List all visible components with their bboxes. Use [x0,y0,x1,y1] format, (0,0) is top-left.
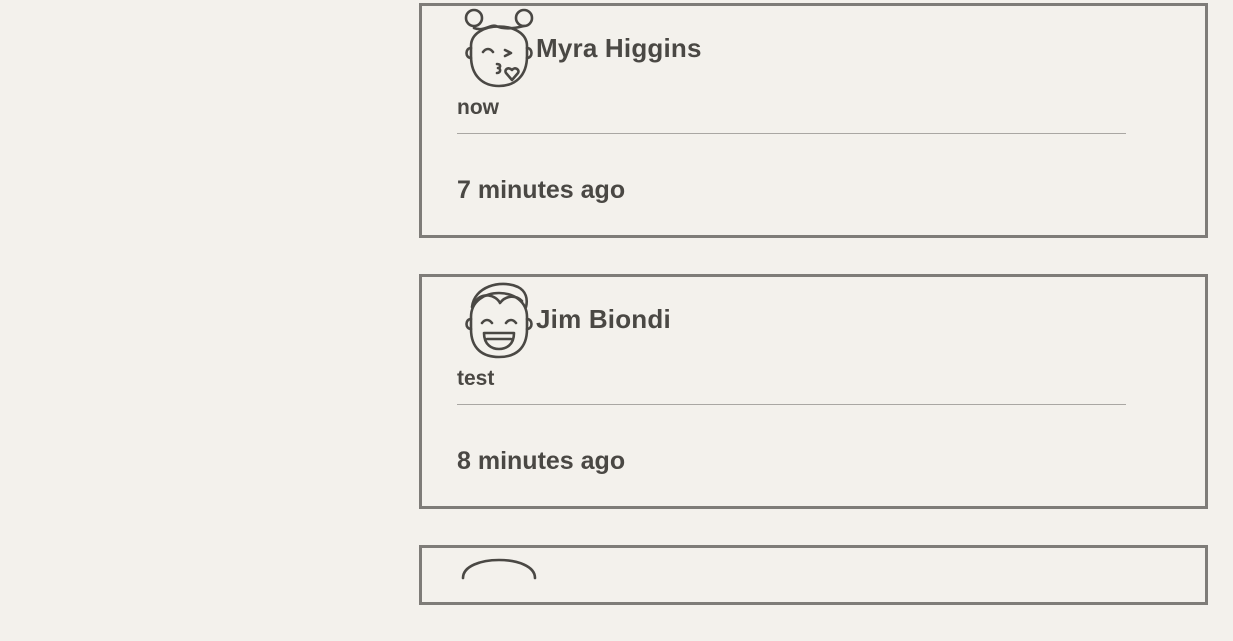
divider [457,133,1126,134]
comment-card [419,545,1208,605]
comment-text: test [457,367,495,390]
comment-header [460,548,538,632]
comment-card: Jim Biondi test 8 minutes ago [419,274,1208,509]
comment-card: Myra Higgins now 7 minutes ago [419,3,1208,238]
author-name[interactable]: Myra Higgins [536,33,702,64]
girl-kiss-face-icon [460,6,538,90]
comment-text: now [457,96,499,119]
comment-feed: Myra Higgins now 7 minutes ago Jim Biond… [419,3,1208,641]
author-name[interactable]: Jim Biondi [536,304,671,335]
face-avatar-icon [460,548,538,632]
timestamp: 8 minutes ago [457,447,626,475]
boy-laughing-face-icon [460,277,538,361]
comment-header: Myra Higgins [460,6,702,90]
comment-header: Jim Biondi [460,277,671,361]
divider [457,404,1126,405]
timestamp: 7 minutes ago [457,176,626,204]
